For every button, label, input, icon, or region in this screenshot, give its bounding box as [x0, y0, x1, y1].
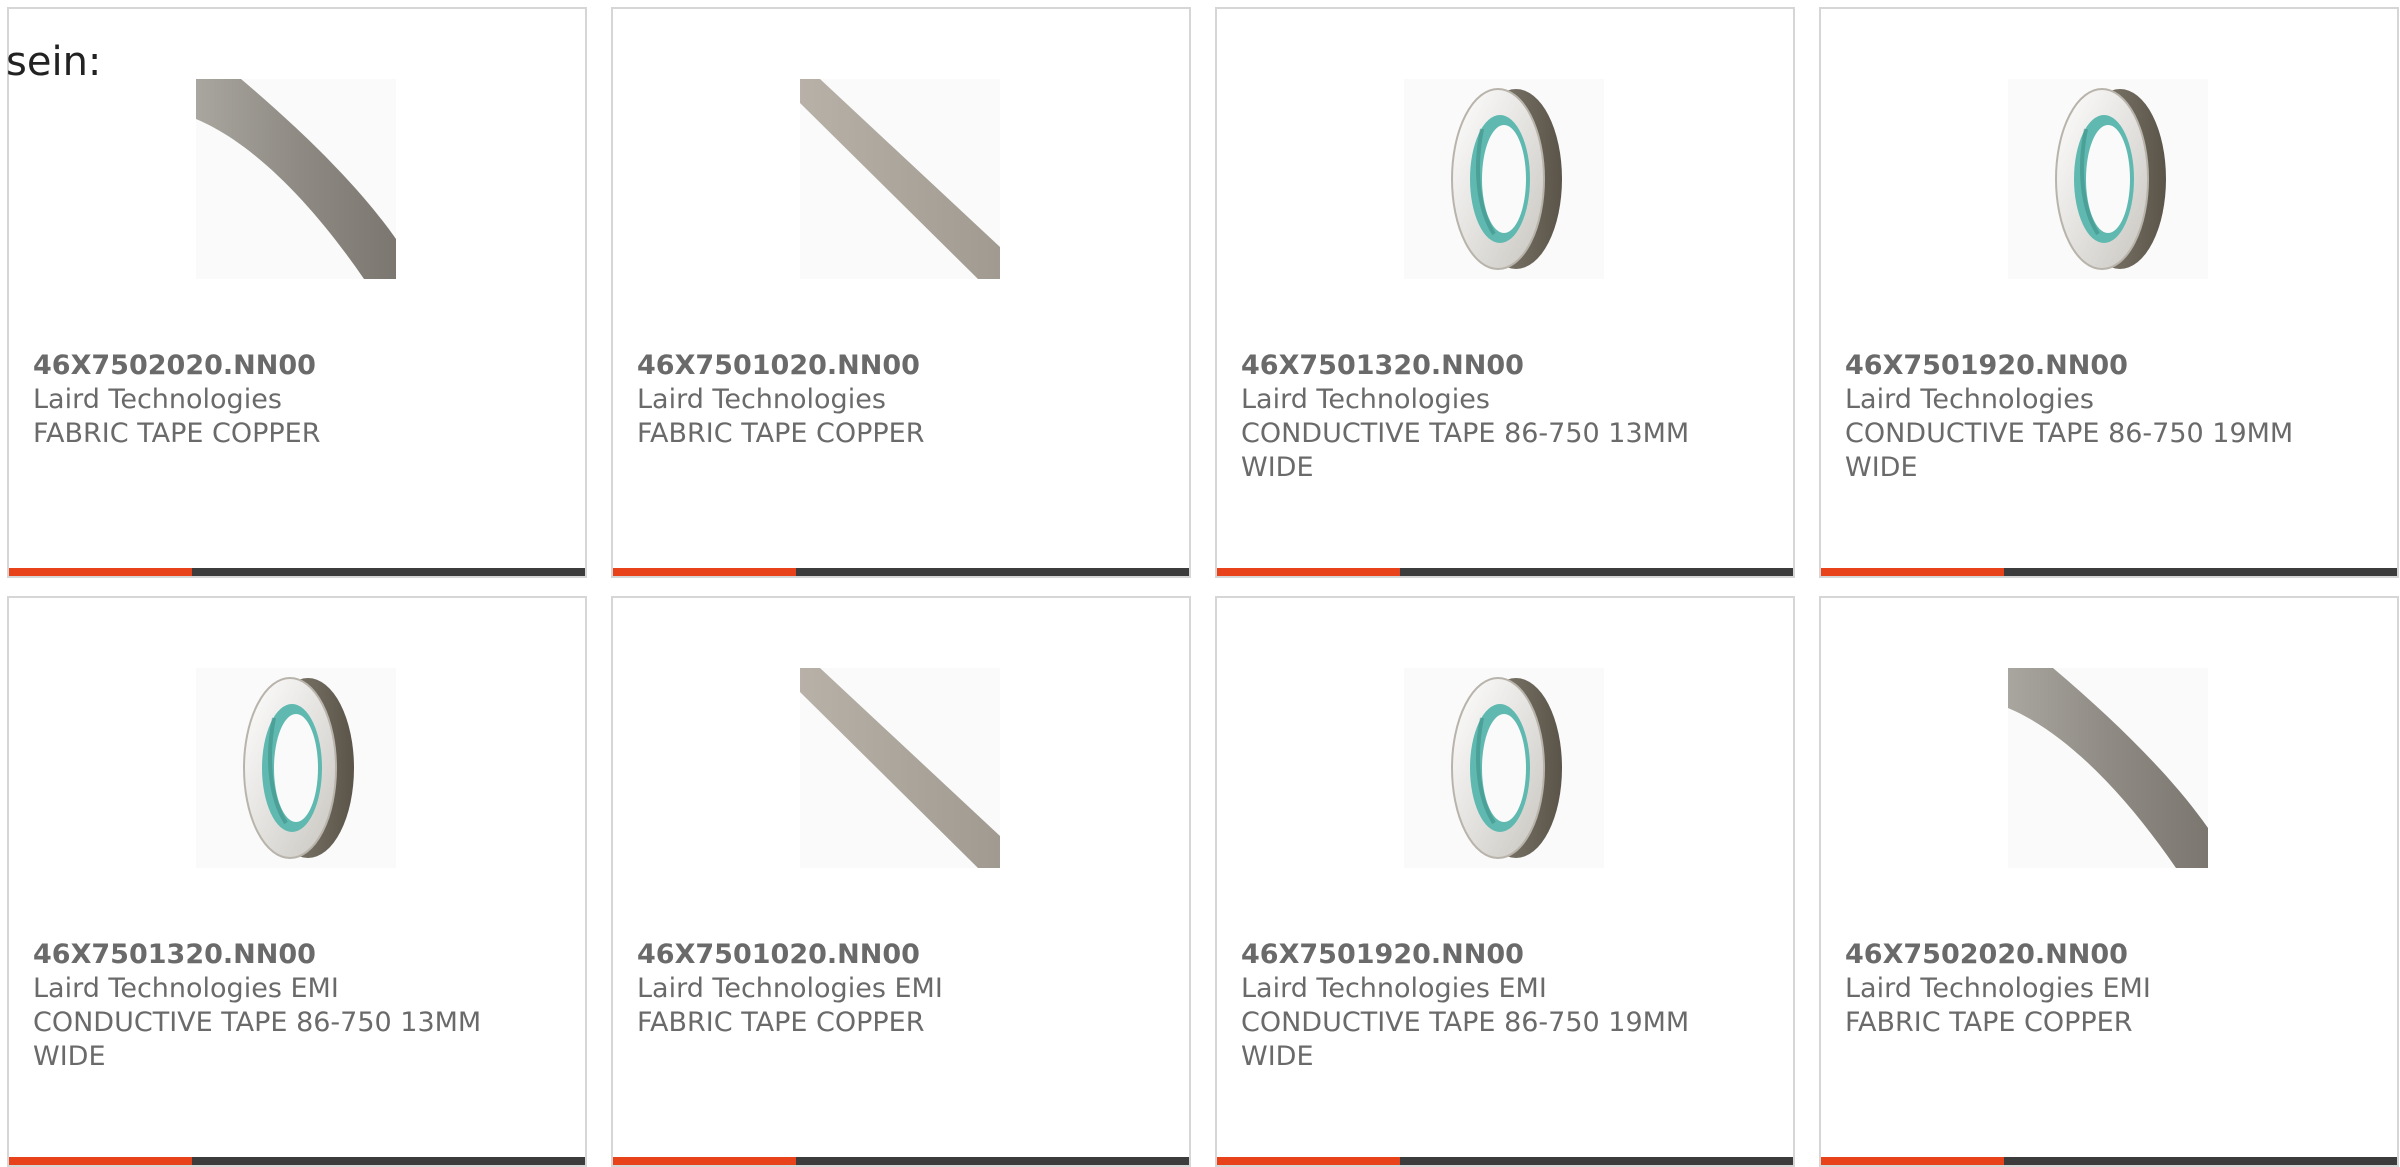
product-image[interactable] [196, 668, 396, 868]
part-number-link[interactable]: 46X7501920.NN00 [1845, 349, 2373, 383]
product-card[interactable]: 46X7501020.NN00 Laird Technologies EMI F… [611, 596, 1191, 1167]
product-card[interactable]: 46X7501320.NN00 Laird Technologies CONDU… [1215, 7, 1795, 578]
part-number-link[interactable]: 46X7502020.NN00 [33, 349, 561, 383]
manufacturer-label: Laird Technologies [33, 384, 282, 415]
product-info: 46X7502020.NN00 Laird Technologies EMI F… [1845, 938, 2373, 1040]
product-card[interactable]: 46X7501920.NN00 Laird Technologies CONDU… [1819, 7, 2399, 578]
product-card[interactable]: 46X7501320.NN00 Laird Technologies EMI C… [7, 596, 587, 1167]
description-label: FABRIC TAPE COPPER [637, 1007, 925, 1038]
product-grid: 46X7502020.NN00 Laird Technologies FABRI… [7, 7, 2399, 1167]
card-footer-bar [613, 568, 1189, 576]
card-accent-bar [613, 568, 796, 576]
description-label: CONDUCTIVE TAPE 86-750 19MM WIDE [1241, 1007, 1690, 1072]
product-info: 46X7501320.NN00 Laird Technologies CONDU… [1241, 349, 1769, 485]
card-footer-bar [613, 1157, 1189, 1165]
part-number-link[interactable]: 46X7501920.NN00 [1241, 938, 1769, 972]
card-accent-bar [9, 568, 192, 576]
manufacturer-label: Laird Technologies EMI [637, 973, 943, 1004]
card-accent-bar [1217, 568, 1400, 576]
product-card[interactable]: 46X7501020.NN00 Laird Technologies FABRI… [611, 7, 1191, 578]
description-label: CONDUCTIVE TAPE 86-750 13MM WIDE [33, 1007, 482, 1072]
product-image[interactable] [800, 79, 1000, 279]
description-label: CONDUCTIVE TAPE 86-750 13MM WIDE [1241, 418, 1690, 483]
tape-strip-narrow-image [800, 79, 1000, 279]
tape-strip-wide-image [2008, 668, 2208, 868]
product-info: 46X7502020.NN00 Laird Technologies FABRI… [33, 349, 561, 451]
product-info: 46X7501020.NN00 Laird Technologies EMI F… [637, 938, 1165, 1040]
product-info: 46X7501020.NN00 Laird Technologies FABRI… [637, 349, 1165, 451]
description-label: FABRIC TAPE COPPER [33, 418, 321, 449]
product-image[interactable] [2008, 79, 2208, 279]
manufacturer-label: Laird Technologies [637, 384, 886, 415]
card-accent-bar [1217, 1157, 1400, 1165]
product-info: 46X7501920.NN00 Laird Technologies EMI C… [1241, 938, 1769, 1074]
description-label: FABRIC TAPE COPPER [1845, 1007, 2133, 1038]
product-image[interactable] [1404, 79, 1604, 279]
card-footer-bar [1217, 568, 1793, 576]
card-accent-bar [9, 1157, 192, 1165]
card-accent-bar [613, 1157, 796, 1165]
tape-roll-image [1404, 79, 1604, 279]
manufacturer-label: Laird Technologies [1241, 384, 1490, 415]
manufacturer-label: Laird Technologies EMI [33, 973, 339, 1004]
part-number-link[interactable]: 46X7501320.NN00 [1241, 349, 1769, 383]
description-label: FABRIC TAPE COPPER [637, 418, 925, 449]
product-info: 46X7501320.NN00 Laird Technologies EMI C… [33, 938, 561, 1074]
manufacturer-label: Laird Technologies EMI [1845, 973, 2151, 1004]
tape-strip-narrow-image [800, 668, 1000, 868]
card-accent-bar [1821, 1157, 2004, 1165]
product-card[interactable]: 46X7502020.NN00 Laird Technologies EMI F… [1819, 596, 2399, 1167]
card-footer-bar [1217, 1157, 1793, 1165]
product-card[interactable]: 46X7502020.NN00 Laird Technologies FABRI… [7, 7, 587, 578]
tape-roll-image [2008, 79, 2208, 279]
intro-text: sein: [6, 39, 102, 85]
card-footer-bar [1821, 1157, 2397, 1165]
product-image[interactable] [800, 668, 1000, 868]
card-footer-bar [9, 1157, 585, 1165]
product-image[interactable] [196, 79, 396, 279]
product-info: 46X7501920.NN00 Laird Technologies CONDU… [1845, 349, 2373, 485]
product-image[interactable] [2008, 668, 2208, 868]
part-number-link[interactable]: 46X7501020.NN00 [637, 938, 1165, 972]
tape-roll-image [196, 668, 396, 868]
part-number-link[interactable]: 46X7502020.NN00 [1845, 938, 2373, 972]
tape-strip-wide-image [196, 79, 396, 279]
part-number-link[interactable]: 46X7501320.NN00 [33, 938, 561, 972]
manufacturer-label: Laird Technologies [1845, 384, 2094, 415]
tape-roll-image [1404, 668, 1604, 868]
manufacturer-label: Laird Technologies EMI [1241, 973, 1547, 1004]
product-card[interactable]: 46X7501920.NN00 Laird Technologies EMI C… [1215, 596, 1795, 1167]
product-image[interactable] [1404, 668, 1604, 868]
description-label: CONDUCTIVE TAPE 86-750 19MM WIDE [1845, 418, 2294, 483]
card-accent-bar [1821, 568, 2004, 576]
card-footer-bar [1821, 568, 2397, 576]
card-footer-bar [9, 568, 585, 576]
part-number-link[interactable]: 46X7501020.NN00 [637, 349, 1165, 383]
